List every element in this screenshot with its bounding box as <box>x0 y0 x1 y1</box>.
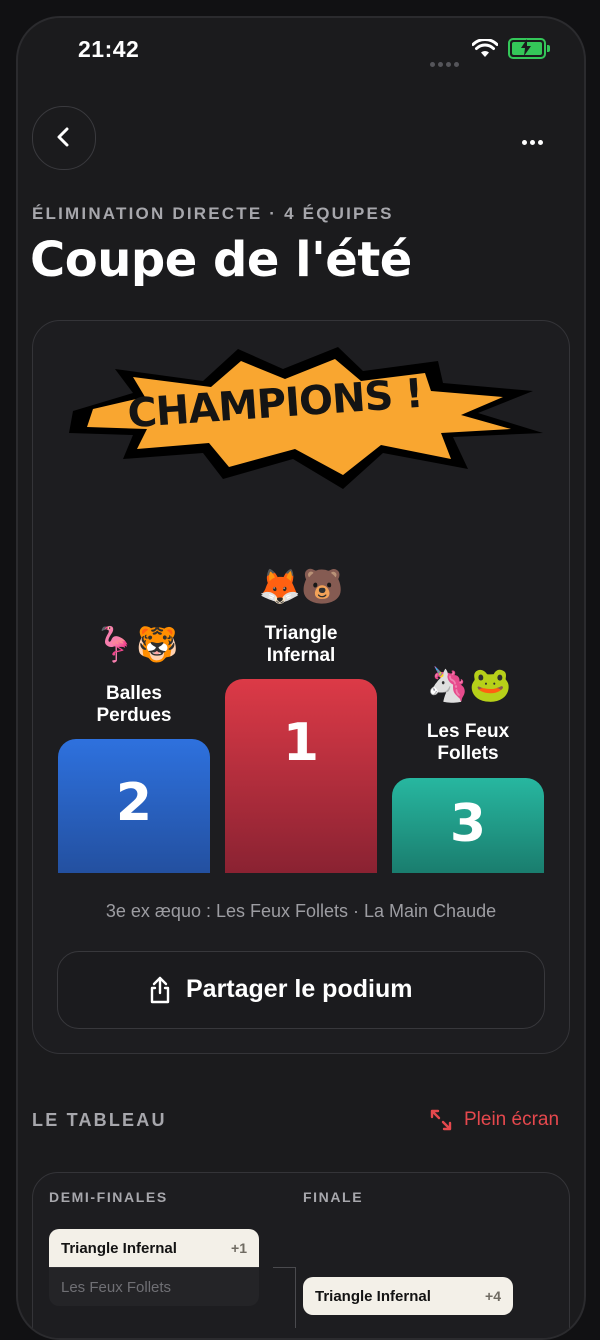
team-3-name-line1: Les Feux <box>426 721 510 742</box>
team-name: Triangle Infernal <box>315 1288 431 1305</box>
team-2-name: Balles Perdues <box>58 683 210 727</box>
status-bar: 21:42 <box>18 18 584 78</box>
round-label-semifinals: DEMI-FINALES <box>49 1189 168 1205</box>
wifi-icon <box>472 39 498 57</box>
fullscreen-button[interactable]: Plein écran <box>430 1107 570 1133</box>
team-score: +1 <box>231 1240 247 1256</box>
match-team-row: Triangle Infernal +1 <box>49 1229 259 1267</box>
team-score: +4 <box>485 1288 501 1304</box>
podium-third-block: 3 <box>392 778 544 873</box>
chevron-left-icon <box>57 127 69 147</box>
fullscreen-label: Plein écran <box>464 1109 560 1130</box>
battery-icon <box>508 38 550 59</box>
team-name: Les Feux Follets <box>61 1279 172 1296</box>
team-2-emojis: 🦩🐯 <box>93 625 179 665</box>
share-podium-label: Partager le podium <box>186 975 413 1003</box>
rank-2-label: 2 <box>115 773 153 833</box>
podium-second-block: 2 <box>58 739 210 873</box>
bracket-section-title: LE TABLEAU <box>32 1110 167 1130</box>
podium-first-block: 1 <box>225 679 377 873</box>
share-icon <box>150 976 170 1004</box>
team-2-name-line2: Perdues <box>96 705 172 726</box>
rank-3-label: 3 <box>449 794 487 854</box>
team-name: Triangle Infernal <box>61 1240 177 1257</box>
team-3-emojis: 🦄🐸 <box>426 665 512 705</box>
bracket-connector <box>273 1267 296 1328</box>
team-3-name-line2: Follets <box>437 743 499 764</box>
team-1-name: Triangle Infernal <box>225 623 377 667</box>
share-podium-button[interactable]: Partager le podium <box>57 951 545 1029</box>
back-button[interactable] <box>32 106 96 170</box>
page-title: Coupe de l'été <box>30 232 412 288</box>
team-1-emojis: 🦊🐻 <box>258 567 344 607</box>
team-3-name: Les Feux Follets <box>392 721 544 765</box>
team-1-name-line2: Infernal <box>266 645 336 666</box>
status-time: 21:42 <box>78 36 140 62</box>
podium-card: CHAMPIONS ! 🦩🐯 Balles Perdues 2 🦊🐻 Trian… <box>32 320 570 1054</box>
more-options-icon[interactable] <box>522 132 552 145</box>
tournament-format: ÉLIMINATION DIRECTE · 4 ÉQUIPES <box>32 204 394 223</box>
round-label-final: FINALE <box>303 1189 364 1205</box>
team-2-name-line1: Balles <box>106 683 162 704</box>
final-match[interactable]: Triangle Infernal +4 <box>303 1277 513 1315</box>
bracket-card: DEMI-FINALES FINALE Triangle Infernal +1… <box>32 1172 570 1338</box>
ex-aequo-note: 3e ex æquo : Les Feux Follets · La Main … <box>105 901 497 921</box>
team-1-name-line1: Triangle <box>264 623 338 644</box>
phone-frame: 21:42 ÉLIMINATION DIRECTE · 4 ÉQUIPES Co… <box>16 16 586 1340</box>
match-team-row: Triangle Infernal +4 <box>303 1277 513 1315</box>
match-team-row: Les Feux Follets <box>49 1267 259 1306</box>
expand-icon <box>430 1109 452 1131</box>
rank-1-label: 1 <box>282 713 320 773</box>
semifinal-match[interactable]: Triangle Infernal +1 Les Feux Follets <box>49 1229 259 1306</box>
cellular-signal-icon <box>430 54 462 72</box>
